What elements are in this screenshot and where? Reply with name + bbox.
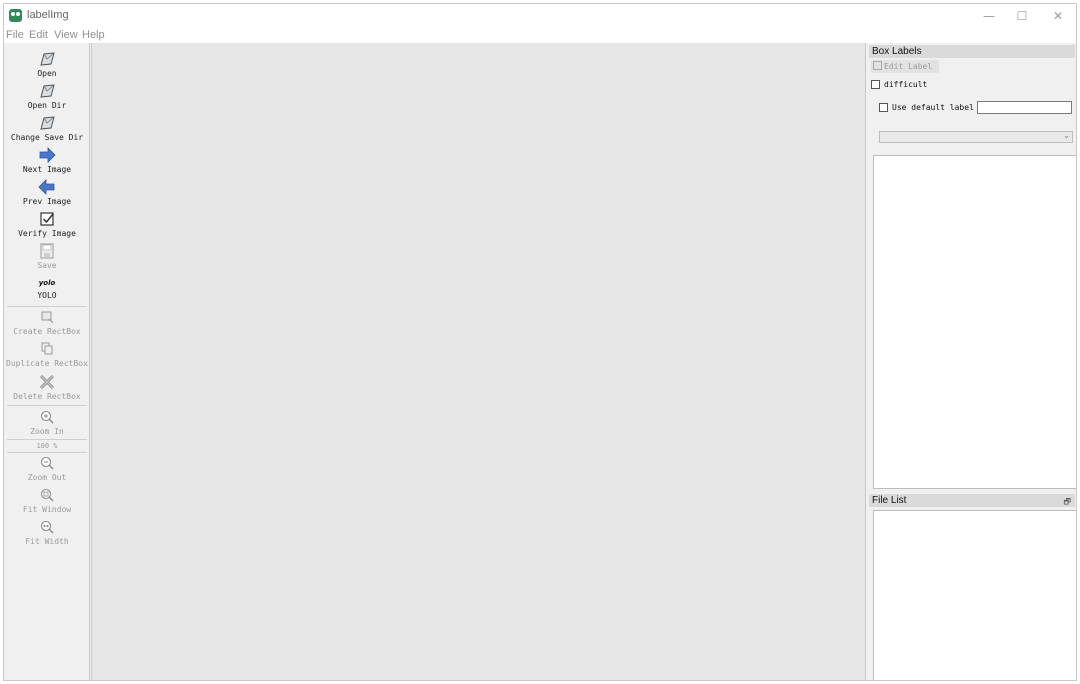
label-list[interactable] <box>873 155 1076 489</box>
arrow-right-icon <box>39 147 56 163</box>
minimize-button[interactable]: — <box>974 6 1004 26</box>
verify-image-button[interactable]: Verify Image <box>4 211 90 238</box>
fit-window-label: Fit Window <box>22 505 72 514</box>
create-rectbox-label: Create RectBox <box>13 327 81 336</box>
use-default-label-checkbox-box[interactable] <box>879 103 888 112</box>
next-image-label: Next Image <box>22 165 72 174</box>
menu-file[interactable]: File <box>6 28 24 42</box>
default-label-input[interactable] <box>977 101 1072 114</box>
undock-float-icon[interactable]: 🗗 <box>1063 495 1071 508</box>
file-list-title-text: File List <box>872 495 907 506</box>
file-list-title: File List 🗗 <box>869 494 1075 507</box>
zoom-level-spinbox[interactable]: 100 % <box>4 442 90 450</box>
prev-image-button[interactable]: Prev Image <box>4 179 90 206</box>
image-canvas[interactable] <box>91 43 866 680</box>
difficult-label: difficult <box>884 80 928 89</box>
yolo-icon: yolo <box>38 279 56 287</box>
fit-window-button[interactable]: Fit Window <box>4 487 90 514</box>
save-label: Save <box>37 261 57 270</box>
app-window: labelImg — ☐ ✕ File Edit View Help Open … <box>3 3 1077 681</box>
window-title: labelImg <box>27 9 69 21</box>
delete-rectbox-button[interactable]: Delete RectBox <box>4 374 90 401</box>
box-labels-title: Box Labels <box>869 45 1075 58</box>
fit-width-label: Fit Width <box>25 537 69 546</box>
zoom-out-icon <box>40 456 54 470</box>
edit-pencil-icon <box>873 61 882 70</box>
file-list[interactable] <box>873 510 1076 680</box>
zoom-in-label: Zoom In <box>30 427 64 436</box>
open-dir-button[interactable]: Open Dir <box>4 83 90 110</box>
change-save-dir-label: Change Save Dir <box>10 133 84 142</box>
open-button[interactable]: Open <box>4 51 90 78</box>
use-default-label-checkbox[interactable]: Use default label <box>879 102 974 113</box>
zoom-out-button[interactable]: Zoom Out <box>4 455 90 482</box>
delete-rectbox-label: Delete RectBox <box>13 392 81 401</box>
toolbar-separator <box>7 452 87 453</box>
yolo-format-button[interactable]: yolo YOLO <box>4 277 90 300</box>
next-image-button[interactable]: Next Image <box>4 147 90 174</box>
save-button[interactable]: Save <box>4 243 90 270</box>
use-default-label-text: Use default label <box>892 103 974 112</box>
fit-width-button[interactable]: Fit Width <box>4 519 90 546</box>
edit-label-text: Edit Label <box>884 62 933 71</box>
duplicate-rectbox-label: Duplicate RectBox <box>6 359 88 368</box>
left-toolbar: Open Open Dir Change Save Dir Next Image <box>4 43 90 680</box>
checkbox-check-icon <box>40 212 54 226</box>
create-rect-icon <box>41 311 54 324</box>
toolbar-separator <box>7 439 87 440</box>
zoom-out-label: Zoom Out <box>27 473 67 482</box>
change-save-dir-button[interactable]: Change Save Dir <box>4 115 90 142</box>
edit-label-button[interactable]: Edit Label <box>871 60 939 73</box>
menu-edit[interactable]: Edit <box>29 28 48 42</box>
labelimg-app-icon <box>9 9 22 22</box>
arrow-left-icon <box>38 179 55 195</box>
duplicate-rectbox-button[interactable]: Duplicate RectBox <box>4 341 90 368</box>
menu-bar: File Edit View Help <box>4 28 1076 43</box>
maximize-button[interactable]: ☐ <box>1007 6 1037 26</box>
zoom-in-button[interactable]: Zoom In <box>4 409 90 436</box>
chevron-down-icon: ⌄ <box>1063 131 1070 140</box>
menu-help[interactable]: Help <box>82 28 105 42</box>
label-combobox[interactable]: ⌄ <box>879 131 1073 143</box>
fit-window-icon <box>40 488 54 502</box>
yolo-label: YOLO <box>37 291 57 300</box>
title-bar: labelImg — ☐ ✕ <box>4 4 1076 28</box>
open-dir-icon <box>40 84 55 98</box>
difficult-checkbox-box[interactable] <box>871 80 880 89</box>
toolbar-separator <box>7 306 87 307</box>
menu-view[interactable]: View <box>54 28 78 42</box>
close-button[interactable]: ✕ <box>1043 6 1073 26</box>
delete-cross-icon <box>39 374 55 390</box>
right-dock-panel: Box Labels Edit Label difficult Use defa… <box>867 43 1076 680</box>
zoom-in-icon <box>40 410 54 424</box>
create-rectbox-button[interactable]: Create RectBox <box>4 309 90 336</box>
floppy-disk-icon <box>40 243 54 259</box>
open-dir-label: Open Dir <box>27 101 67 110</box>
save-dir-icon <box>40 116 55 130</box>
open-folder-icon <box>40 52 55 66</box>
verify-image-label: Verify Image <box>18 229 76 238</box>
toolbar-separator <box>7 405 87 406</box>
duplicate-icon <box>41 342 53 355</box>
prev-image-label: Prev Image <box>22 197 72 206</box>
open-label: Open <box>37 69 57 78</box>
difficult-checkbox[interactable]: difficult <box>871 79 927 90</box>
fit-width-icon <box>40 520 54 534</box>
